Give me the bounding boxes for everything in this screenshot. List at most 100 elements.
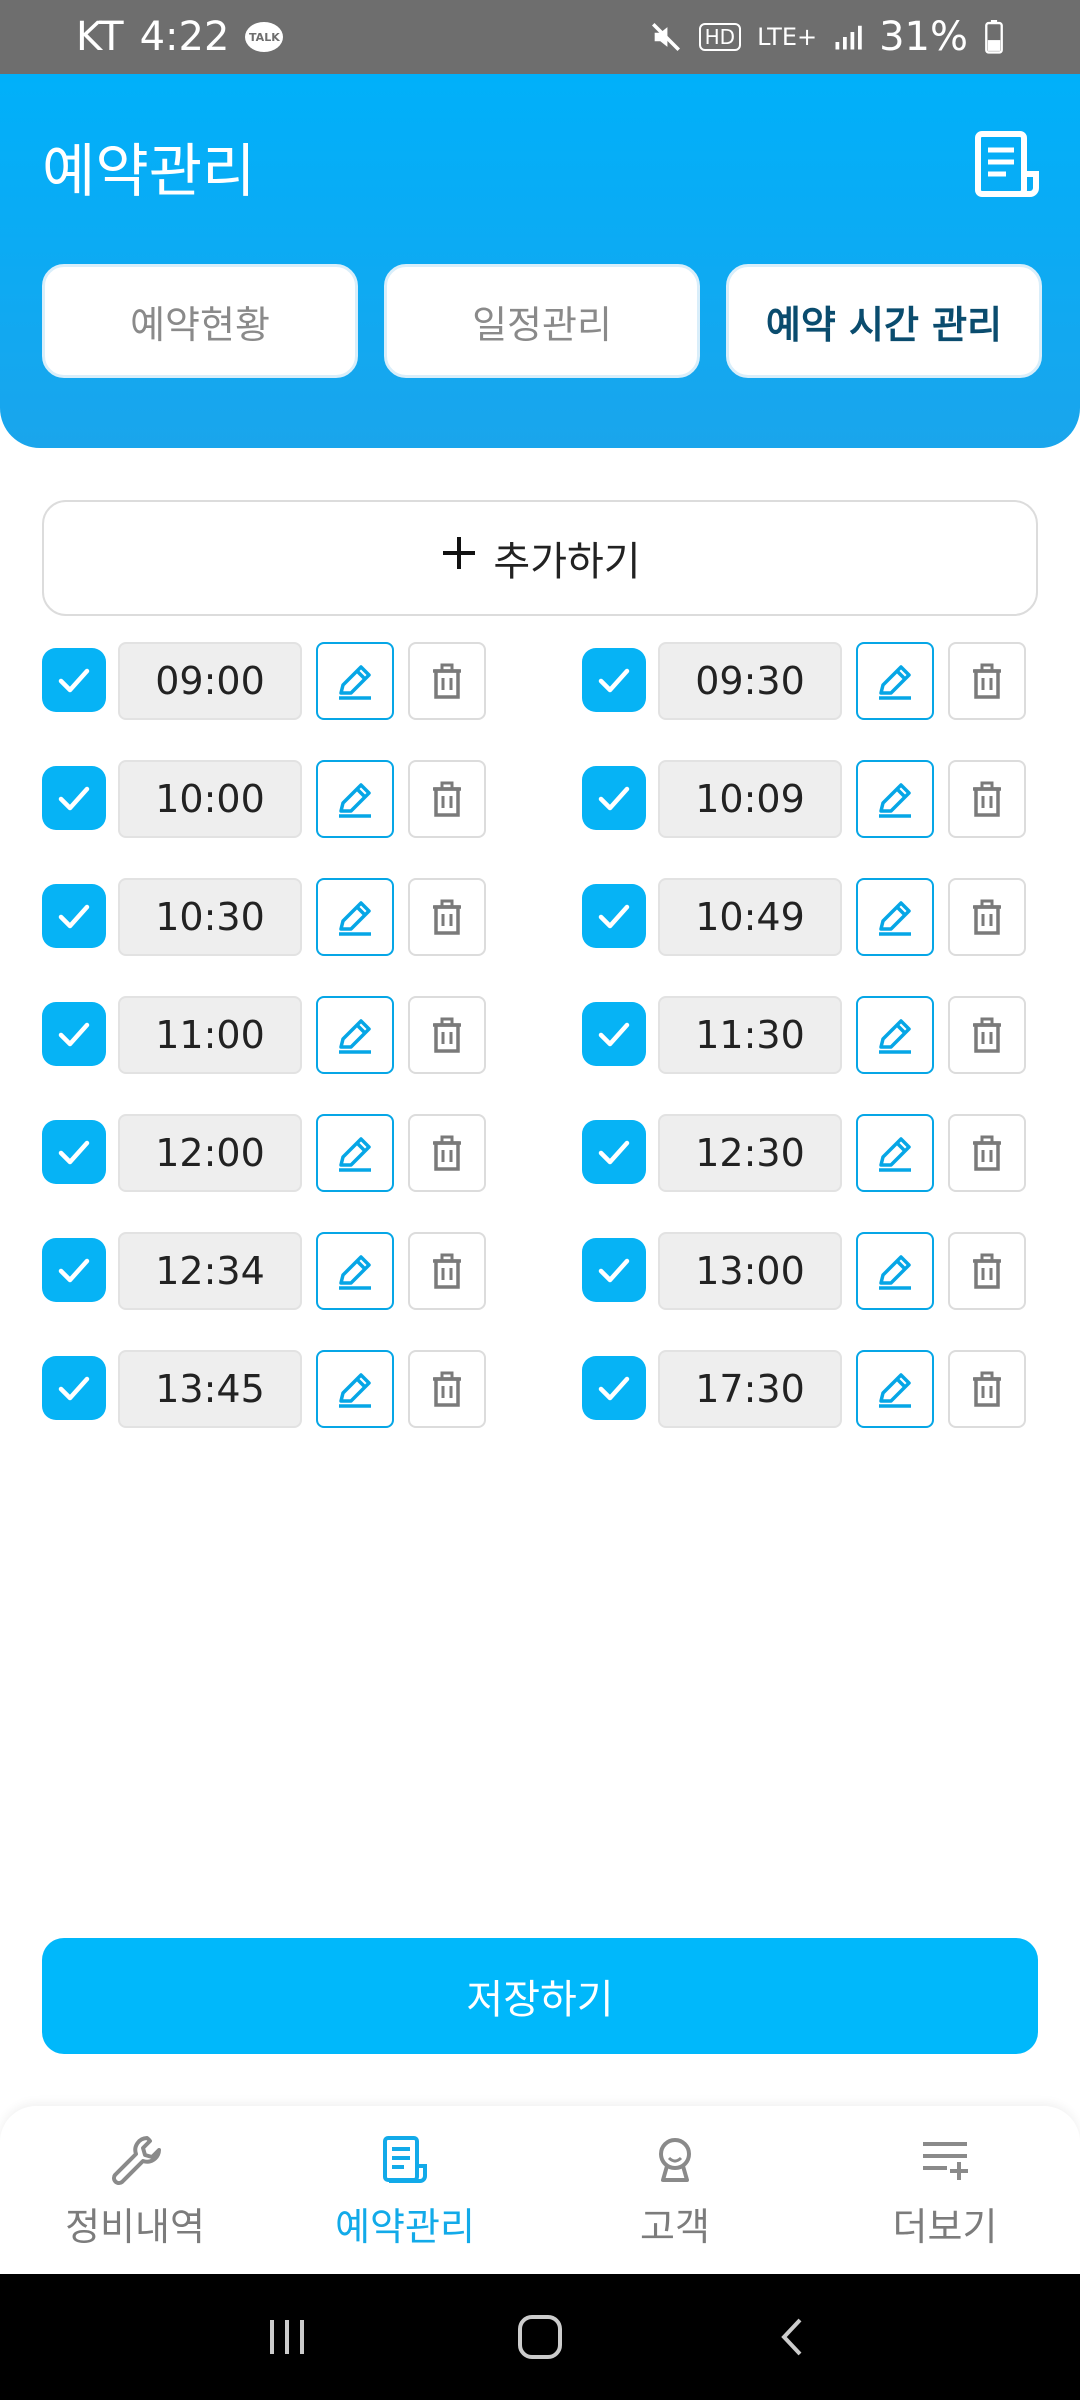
add-button[interactable]: 추가하기: [42, 500, 1038, 616]
edit-button[interactable]: [856, 1232, 934, 1310]
delete-button[interactable]: [948, 1350, 1026, 1428]
slot-checkbox[interactable]: [42, 1120, 106, 1184]
edit-button[interactable]: [856, 1350, 934, 1428]
slot-checkbox[interactable]: [42, 1356, 106, 1420]
time-slot-row: 12:30: [582, 1114, 1026, 1192]
delete-button[interactable]: [408, 878, 486, 956]
trash-icon: [965, 777, 1009, 821]
checkmark-icon: [594, 778, 634, 818]
edit-button[interactable]: [856, 1114, 934, 1192]
time-slot-row: 10:00: [42, 760, 486, 838]
slot-checkbox[interactable]: [582, 1120, 646, 1184]
delete-button[interactable]: [408, 1232, 486, 1310]
wrench-icon: [105, 2130, 165, 2190]
checkmark-icon: [594, 1014, 634, 1054]
slot-time: 10:00: [118, 760, 302, 838]
nav-label: 정비내역: [65, 2204, 205, 2249]
time-slot-row: 10:49: [582, 878, 1026, 956]
slot-checkbox[interactable]: [42, 884, 106, 948]
trash-icon: [425, 1013, 469, 1057]
delete-button[interactable]: [408, 760, 486, 838]
back-icon[interactable]: [758, 2302, 828, 2372]
slot-checkbox[interactable]: [582, 648, 646, 712]
status-right: HD LTE+ 31%: [649, 14, 1004, 60]
trash-icon: [425, 895, 469, 939]
nav-item-more[interactable]: 더보기: [810, 2106, 1080, 2274]
tab-time-management[interactable]: 예약 시간 관리: [726, 264, 1042, 378]
checkmark-icon: [54, 896, 94, 936]
delete-button[interactable]: [408, 996, 486, 1074]
nav-item-reservation[interactable]: 예약관리: [270, 2106, 540, 2274]
save-button[interactable]: 저장하기: [42, 1938, 1038, 2054]
recent-apps-icon[interactable]: [252, 2302, 322, 2372]
time-slot-row: 10:09: [582, 760, 1026, 838]
slot-time: 13:45: [118, 1350, 302, 1428]
pencil-icon: [873, 659, 917, 703]
edit-button[interactable]: [316, 1232, 394, 1310]
page-title: 예약관리: [42, 137, 256, 205]
slot-time: 12:30: [658, 1114, 842, 1192]
edit-button[interactable]: [316, 1350, 394, 1428]
pencil-icon: [873, 1131, 917, 1175]
slot-checkbox[interactable]: [582, 1002, 646, 1066]
slot-time: 11:00: [118, 996, 302, 1074]
edit-button[interactable]: [316, 642, 394, 720]
nav-label: 더보기: [892, 2204, 998, 2249]
edit-button[interactable]: [316, 996, 394, 1074]
edit-button[interactable]: [856, 996, 934, 1074]
time-slot-row: 11:00: [42, 996, 486, 1074]
pencil-icon: [873, 895, 917, 939]
slot-time: 10:49: [658, 878, 842, 956]
delete-button[interactable]: [948, 996, 1026, 1074]
signal-icon: [833, 22, 863, 52]
checkmark-icon: [54, 1250, 94, 1290]
system-nav-bar: [0, 2274, 1080, 2400]
slot-checkbox[interactable]: [42, 766, 106, 830]
edit-button[interactable]: [316, 878, 394, 956]
delete-button[interactable]: [948, 878, 1026, 956]
receipt-icon[interactable]: [972, 128, 1042, 202]
trash-icon: [965, 1249, 1009, 1293]
slot-time: 10:09: [658, 760, 842, 838]
delete-button[interactable]: [948, 760, 1026, 838]
slot-checkbox[interactable]: [582, 1356, 646, 1420]
slot-checkbox[interactable]: [582, 884, 646, 948]
delete-button[interactable]: [948, 1114, 1026, 1192]
slot-time: 17:30: [658, 1350, 842, 1428]
nav-item-customer[interactable]: 고객: [540, 2106, 810, 2274]
delete-button[interactable]: [948, 1232, 1026, 1310]
delete-button[interactable]: [408, 1114, 486, 1192]
delete-button[interactable]: [408, 642, 486, 720]
slot-checkbox[interactable]: [582, 766, 646, 830]
pencil-icon: [333, 659, 377, 703]
home-icon[interactable]: [505, 2302, 575, 2372]
header: 예약관리 예약현황 일정관리 예약 시간 관리: [0, 74, 1080, 448]
slot-checkbox[interactable]: [42, 648, 106, 712]
edit-button[interactable]: [856, 760, 934, 838]
status-left: KT 4:22 TALK: [76, 14, 284, 60]
slot-checkbox[interactable]: [42, 1238, 106, 1302]
tab-bar: 예약현황 일정관리 예약 시간 관리: [42, 264, 1042, 378]
delete-button[interactable]: [408, 1350, 486, 1428]
slot-checkbox[interactable]: [582, 1238, 646, 1302]
battery-icon: [984, 20, 1004, 54]
talk-notification-icon: TALK: [245, 22, 284, 52]
slot-checkbox[interactable]: [42, 1002, 106, 1066]
edit-button[interactable]: [856, 878, 934, 956]
time-slot-row: 12:00: [42, 1114, 486, 1192]
checkmark-icon: [594, 660, 634, 700]
pencil-icon: [873, 1249, 917, 1293]
checkmark-icon: [594, 1250, 634, 1290]
document-icon: [375, 2130, 435, 2190]
tab-reservation-status[interactable]: 예약현황: [42, 264, 358, 378]
delete-button[interactable]: [948, 642, 1026, 720]
nav-item-maintenance[interactable]: 정비내역: [0, 2106, 270, 2274]
time-slot-row: 13:45: [42, 1350, 486, 1428]
add-button-label: 추가하기: [493, 539, 641, 585]
edit-button[interactable]: [856, 642, 934, 720]
edit-button[interactable]: [316, 1114, 394, 1192]
edit-button[interactable]: [316, 760, 394, 838]
tab-schedule[interactable]: 일정관리: [384, 264, 700, 378]
trash-icon: [425, 1249, 469, 1293]
time-slot-row: 09:00: [42, 642, 486, 720]
